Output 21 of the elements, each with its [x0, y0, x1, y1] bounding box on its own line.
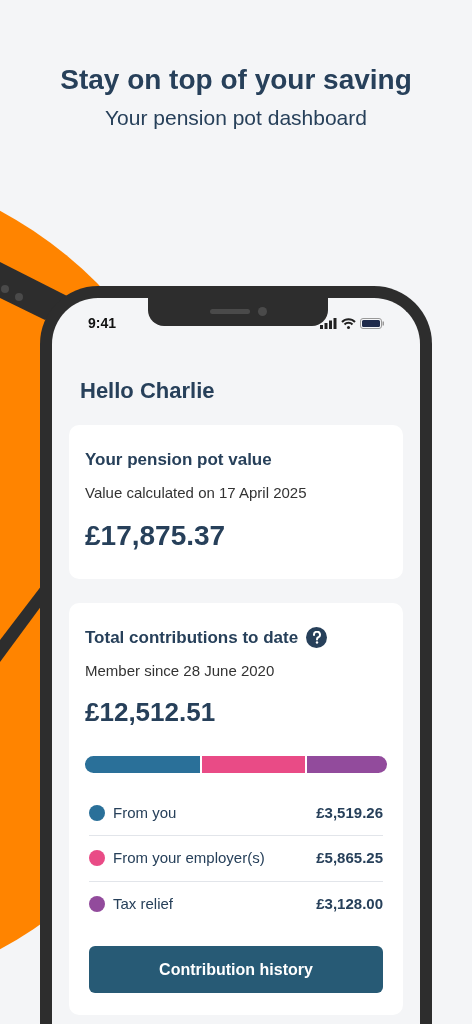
legend-amount: £3,519.26 — [316, 802, 383, 823]
card-title: Your pension pot value — [85, 448, 273, 471]
contribution-history-button[interactable]: Contribution history — [89, 946, 383, 993]
page-title: Stay on top of your saving — [60, 63, 412, 97]
battery-icon — [360, 317, 384, 329]
pot-amount: £17,875.37 — [85, 518, 227, 553]
legend-amount: £3,128.00 — [316, 893, 383, 914]
card-title: Total contributions to date — [85, 626, 299, 649]
page-subtitle: Your pension pot dashboard — [105, 105, 367, 131]
status-time: 9:41 — [88, 313, 117, 333]
card-note: Member since 28 June 2020 — [85, 661, 276, 681]
greeting: Hello Charlie — [80, 376, 216, 405]
legend-amount: £5,865.25 — [316, 848, 383, 868]
signal-icon — [320, 317, 337, 329]
card-note: Value calculated on 17 April 2025 — [85, 483, 308, 503]
legend-label: From you — [113, 802, 178, 823]
help-icon[interactable] — [306, 626, 328, 648]
legend-label: Tax relief — [113, 893, 175, 914]
legend-label: From your employer(s) — [113, 848, 266, 868]
contributions-amount: £12,512.51 — [85, 695, 217, 729]
wifi-icon — [341, 317, 356, 329]
